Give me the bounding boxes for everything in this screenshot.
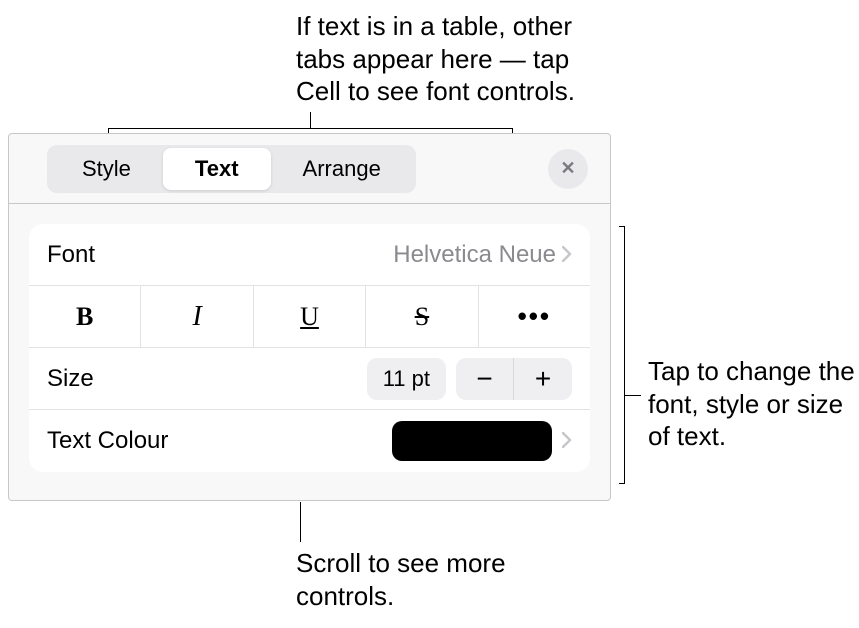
panel-body: Font Helvetica Neue B I U S ••• Size 11 …	[9, 204, 610, 492]
size-decrease-button[interactable]: −	[456, 358, 514, 400]
size-row: Size 11 pt − +	[29, 348, 590, 410]
size-stepper: − +	[456, 358, 572, 400]
more-button[interactable]: •••	[479, 286, 590, 347]
underline-button[interactable]: U	[254, 286, 366, 347]
format-panel: Style Text Arrange ✕ Font Helvetica Neue…	[8, 133, 611, 501]
chevron-right-icon	[562, 428, 572, 454]
chevron-right-icon	[562, 242, 572, 268]
tab-segmented-control: Style Text Arrange	[47, 145, 416, 193]
format-row: B I U S •••	[29, 286, 590, 348]
size-increase-button[interactable]: +	[514, 358, 572, 400]
bold-button[interactable]: B	[29, 286, 141, 347]
size-controls: 11 pt − +	[367, 358, 572, 400]
callout-line	[310, 112, 311, 129]
tab-arrange[interactable]: Arrange	[271, 148, 413, 190]
tab-style[interactable]: Style	[50, 148, 163, 190]
strikethrough-button[interactable]: S	[366, 286, 478, 347]
size-value[interactable]: 11 pt	[367, 358, 446, 400]
tab-text[interactable]: Text	[163, 148, 271, 190]
text-colour-label: Text Colour	[47, 427, 392, 455]
panel-header: Style Text Arrange ✕	[9, 134, 610, 204]
close-button[interactable]: ✕	[548, 149, 588, 189]
font-value: Helvetica Neue	[393, 241, 556, 269]
text-controls-card: Font Helvetica Neue B I U S ••• Size 11 …	[29, 224, 590, 472]
size-label: Size	[47, 365, 367, 393]
text-colour-swatch[interactable]	[392, 421, 552, 461]
text-colour-row[interactable]: Text Colour	[29, 410, 590, 472]
close-icon: ✕	[560, 158, 575, 179]
italic-button[interactable]: I	[141, 286, 253, 347]
callout-bracket-right	[619, 226, 625, 484]
font-row[interactable]: Font Helvetica Neue	[29, 224, 590, 286]
callout-bottom: Scroll to see more controls.	[296, 547, 546, 612]
callout-right: Tap to change the font, style or size of…	[648, 355, 858, 453]
callout-top: If text is in a table, other tabs appear…	[296, 10, 616, 108]
font-label: Font	[47, 241, 393, 269]
callout-line-bottom	[300, 502, 301, 542]
callout-line-right	[625, 395, 641, 396]
